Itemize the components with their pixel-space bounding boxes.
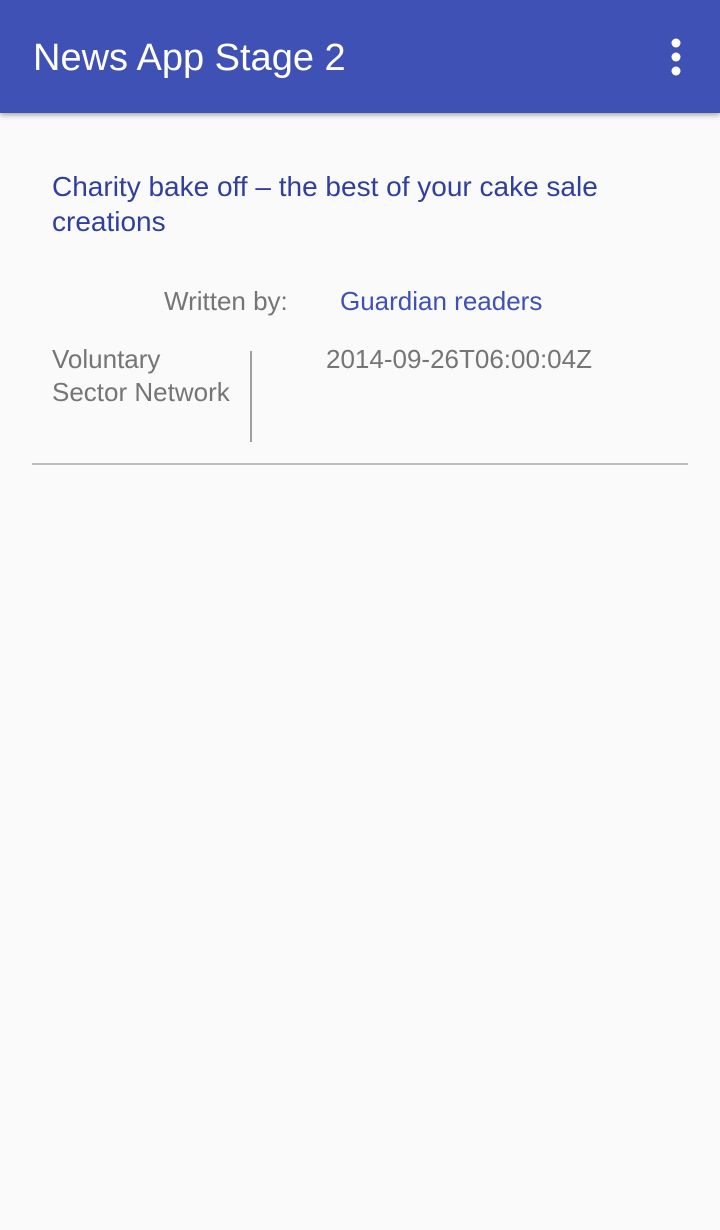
overflow-menu-button[interactable] bbox=[656, 33, 696, 81]
article-date: 2014-09-26T06:00:04Z bbox=[326, 344, 592, 374]
more-vert-icon bbox=[671, 38, 681, 76]
written-by-label: Written by: bbox=[164, 286, 288, 316]
vertical-divider bbox=[250, 351, 252, 442]
list-divider bbox=[32, 463, 688, 465]
app-bar: News App Stage 2 bbox=[0, 0, 720, 113]
article-author: Guardian readers bbox=[340, 286, 543, 316]
article-section: Voluntary Sector Network bbox=[52, 344, 230, 407]
article-title: Charity bake off – the best of your cake… bbox=[52, 171, 598, 237]
article-list-item[interactable]: Charity bake off – the best of your cake… bbox=[32, 113, 688, 465]
app-title: News App Stage 2 bbox=[33, 37, 346, 79]
